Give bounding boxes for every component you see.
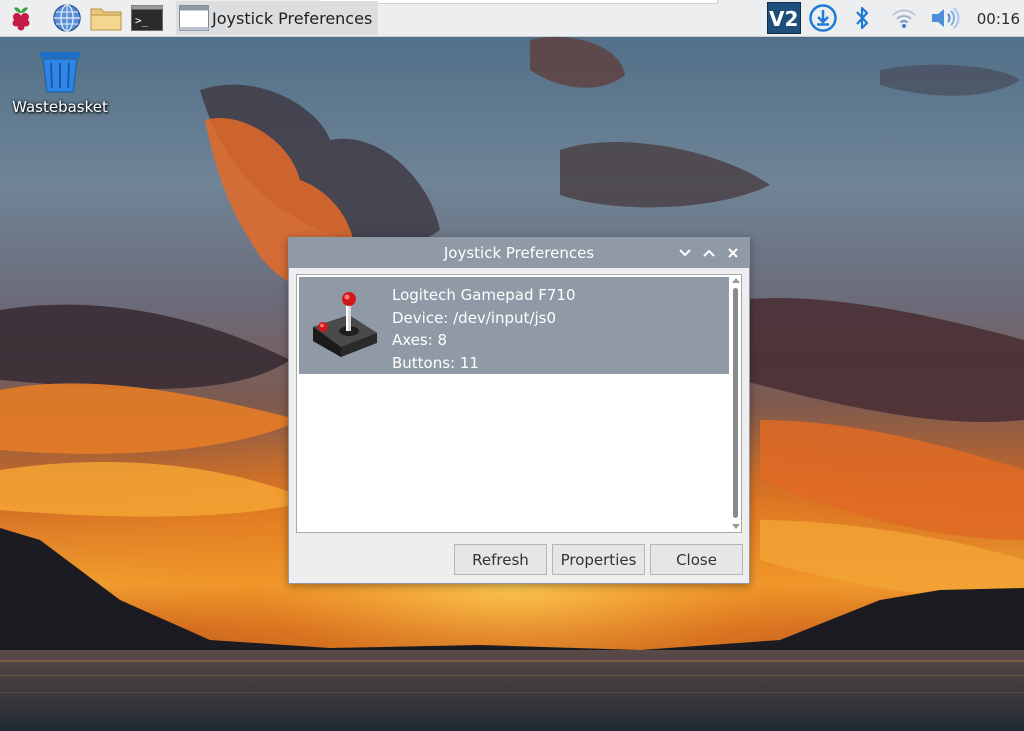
globe-icon — [53, 4, 81, 32]
svg-text:V2: V2 — [769, 7, 798, 31]
svg-text:>_: >_ — [135, 14, 149, 27]
joystick-details: Logitech Gamepad F710 Device: /dev/input… — [392, 284, 576, 374]
wifi-tray-button[interactable] — [890, 3, 918, 33]
wastebasket-icon — [40, 52, 80, 93]
volume-icon — [932, 7, 960, 29]
scrollbar-thumb[interactable] — [733, 288, 738, 518]
close-icon — [728, 248, 738, 258]
desktop-screen: >_ Joystick Preferences V2 00:16 Wasteba… — [0, 0, 1024, 731]
joystick-preferences-dialog: Joystick Preferences Logitech Gamepad F7… — [288, 237, 750, 584]
minimize-icon — [679, 249, 691, 257]
close-button[interactable]: Close — [650, 544, 743, 575]
joystick-buttons: Buttons: 11 — [392, 353, 479, 372]
joystick-name: Logitech Gamepad F710 — [392, 286, 576, 304]
maximize-icon — [703, 249, 715, 257]
folder-icon — [90, 8, 122, 31]
updater-tray-button[interactable] — [808, 3, 838, 33]
window-icon — [179, 5, 209, 32]
taskbar: >_ Joystick Preferences V2 00:16 — [0, 0, 1024, 37]
properties-button[interactable]: Properties — [552, 544, 645, 575]
list-item[interactable]: Logitech Gamepad F710 Device: /dev/input… — [299, 277, 729, 374]
download-icon — [809, 4, 837, 32]
terminal-icon: >_ — [131, 5, 163, 31]
wifi-icon — [892, 9, 916, 28]
list-scrollbar[interactable] — [731, 276, 740, 531]
minimize-button[interactable] — [675, 243, 695, 263]
joystick-list[interactable]: Logitech Gamepad F710 Device: /dev/input… — [296, 274, 742, 533]
bluetooth-tray-button[interactable] — [851, 3, 873, 33]
joystick-axes: Axes: 8 — [392, 331, 448, 349]
file-manager-launcher[interactable] — [90, 3, 122, 33]
joystick-icon — [309, 287, 379, 363]
desktop-icon-wastebasket[interactable]: Wastebasket — [8, 50, 112, 116]
taskbar-window-button[interactable]: Joystick Preferences — [176, 1, 378, 35]
desktop-icon-label: Wastebasket — [12, 98, 108, 116]
vnc-tray-button[interactable]: V2 — [767, 2, 801, 34]
maximize-button[interactable] — [699, 243, 719, 263]
raspberry-menu-button[interactable] — [5, 3, 37, 33]
scroll-up-icon[interactable] — [732, 278, 740, 283]
raspberry-icon — [12, 7, 30, 31]
volume-tray-button[interactable] — [929, 3, 961, 33]
bluetooth-icon — [856, 6, 869, 30]
dialog-titlebar[interactable]: Joystick Preferences — [289, 238, 749, 268]
terminal-launcher[interactable]: >_ — [131, 3, 163, 33]
scroll-down-icon[interactable] — [732, 524, 740, 529]
taskbar-window-label: Joystick Preferences — [212, 8, 373, 28]
vnc-icon: V2 — [767, 2, 801, 34]
taskbar-overflow-edge — [318, 0, 718, 4]
close-window-button[interactable] — [723, 243, 743, 263]
web-browser-launcher[interactable] — [51, 3, 83, 33]
clock[interactable]: 00:16 — [977, 0, 1020, 37]
joystick-device-path: Device: /dev/input/js0 — [392, 308, 557, 327]
refresh-button[interactable]: Refresh — [454, 544, 547, 575]
